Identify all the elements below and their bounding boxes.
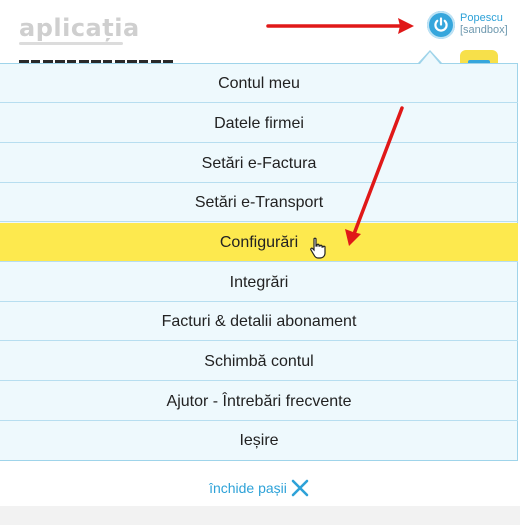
menu-item-schimba-contul[interactable]: Schimbă contul <box>0 342 518 381</box>
bottom-band <box>0 506 520 525</box>
annotation-arrow-to-user <box>266 18 414 34</box>
menu-item-setari-etransport[interactable]: Setări e-Transport <box>0 183 518 222</box>
close-steps-button[interactable]: închide pașii <box>209 470 309 506</box>
close-x-icon <box>291 479 309 497</box>
user-mode-badge: [sandbox] <box>460 24 508 36</box>
menu-item-integrari[interactable]: Integrări <box>0 263 518 302</box>
menu-item-setari-efactura[interactable]: Setări e-Factura <box>0 144 518 183</box>
menu-item-ajutor[interactable]: Ajutor - Întrebări frecvente <box>0 382 518 421</box>
user-name[interactable]: Popescu <box>460 12 503 24</box>
logo-underline <box>19 42 123 45</box>
menu-item-configurari[interactable]: Configurări <box>0 223 518 262</box>
menu-item-contul-meu[interactable]: Contul meu <box>0 64 518 103</box>
menu-item-datele-firmei[interactable]: Datele firmei <box>0 104 518 143</box>
menu-item-iesire[interactable]: Ieșire <box>0 421 518 460</box>
close-steps-bar: închide pașii <box>0 470 518 506</box>
user-menu-toggle[interactable]: Popescu [sandbox] <box>427 11 517 41</box>
menu-item-facturi-abonament[interactable]: Facturi & detalii abonament <box>0 302 518 341</box>
account-dropdown-menu: Contul meu Datele firmei Setări e-Factur… <box>0 63 518 461</box>
power-icon[interactable] <box>427 11 455 39</box>
hand-pointer-icon <box>310 237 326 259</box>
close-steps-label: închide pașii <box>209 480 287 496</box>
app-logo[interactable]: aplicația <box>19 14 140 42</box>
dropdown-caret-inner <box>420 52 440 64</box>
